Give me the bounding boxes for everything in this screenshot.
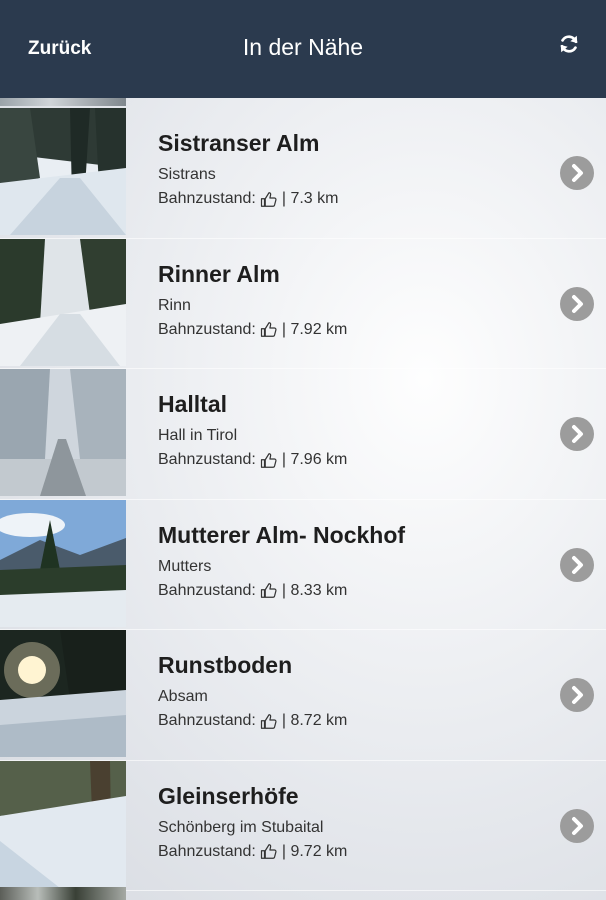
list-item[interactable]: Gleinserhöfe Schönberg im Stubaital Bahn…: [0, 760, 606, 891]
location-thumbnail: [0, 238, 126, 366]
chevron-right-icon[interactable]: [560, 808, 594, 843]
location-thumbnail: [0, 760, 126, 888]
page-title: In der Nähe: [242, 34, 364, 60]
chevron-right-icon[interactable]: [560, 678, 594, 712]
location-place: Sistrans: [158, 166, 216, 183]
trail-status: Bahnzustand: | 7.96 km: [158, 451, 347, 469]
distance-value: | 8.72 km: [281, 712, 348, 729]
location-thumbnail: [0, 630, 126, 757]
status-label: Bahnzustand:: [158, 581, 256, 599]
list-item[interactable]: Rinner Alm Rinn Bahnzustand: | 7.92 km: [0, 238, 606, 369]
location-place: Schönberg im Stubaital: [158, 818, 324, 836]
list-item[interactable]: Mutterer Alm- Nockhof Mutters Bahnzustan…: [0, 499, 606, 630]
distance-value: | 7.96 km: [281, 451, 348, 468]
results-list-area: Sistranser Alm Sistrans Bahnzustand: | 7…: [0, 98, 606, 900]
location-name: Gleinserhöfe: [158, 782, 299, 809]
location-name: Sistranser Alm: [158, 130, 320, 156]
distance-value: | 9.72 km: [281, 842, 348, 860]
location-thumbnail: [0, 499, 126, 627]
thumbs-up-icon: [260, 322, 277, 337]
trail-status: Bahnzustand: | 9.72 km: [158, 843, 347, 861]
status-label: Bahnzustand:: [158, 451, 256, 468]
trail-status: Bahnzustand: | 7.92 km: [158, 321, 347, 339]
distance-value: | 7.3 km: [281, 190, 339, 207]
top-bar: Zurück In der Nähe: [0, 0, 606, 98]
trail-status: Bahnzustand: | 8.33 km: [158, 582, 347, 600]
list-item[interactable]: Halltal Hall in Tirol Bahnzustand: | 7.9…: [0, 369, 606, 500]
location-place: Rinn: [158, 296, 191, 314]
refresh-icon[interactable]: [558, 33, 580, 55]
location-thumbnail: [0, 369, 126, 496]
location-place: Hall in Tirol: [158, 427, 238, 444]
distance-value: | 8.33 km: [281, 581, 348, 599]
results-list: Sistranser Alm Sistrans Bahnzustand: | 7…: [0, 108, 606, 891]
trail-status: Bahnzustand: | 8.72 km: [158, 712, 347, 730]
chevron-right-icon[interactable]: [560, 547, 594, 582]
distance-value: | 7.92 km: [281, 320, 348, 338]
thumbnail-partial: [0, 887, 126, 900]
location-thumbnail: [0, 108, 126, 235]
location-name: Runstboden: [158, 652, 293, 678]
status-label: Bahnzustand:: [158, 190, 256, 207]
location-place: Mutters: [158, 557, 212, 575]
thumbnail-partial: [0, 98, 126, 106]
chevron-right-icon[interactable]: [560, 286, 594, 321]
location-place: Absam: [158, 688, 208, 705]
thumbs-up-icon: [260, 452, 277, 468]
location-name: Mutterer Alm- Nockhof: [158, 521, 406, 548]
status-label: Bahnzustand:: [158, 320, 256, 338]
location-name: Rinner Alm: [158, 260, 280, 287]
status-label: Bahnzustand:: [158, 712, 256, 729]
trail-status: Bahnzustand: | 7.3 km: [158, 190, 338, 208]
thumbs-up-icon: [260, 583, 277, 598]
thumbs-up-icon: [260, 844, 277, 859]
thumbs-up-icon: [260, 713, 277, 729]
status-label: Bahnzustand:: [158, 842, 256, 860]
list-item[interactable]: Sistranser Alm Sistrans Bahnzustand: | 7…: [0, 108, 606, 239]
chevron-right-icon[interactable]: [560, 417, 594, 451]
location-name: Halltal: [158, 391, 228, 417]
list-item[interactable]: Runstboden Absam Bahnzustand: | 8.72 km: [0, 630, 606, 761]
thumbs-up-icon: [260, 191, 277, 207]
chevron-right-icon[interactable]: [560, 156, 594, 190]
